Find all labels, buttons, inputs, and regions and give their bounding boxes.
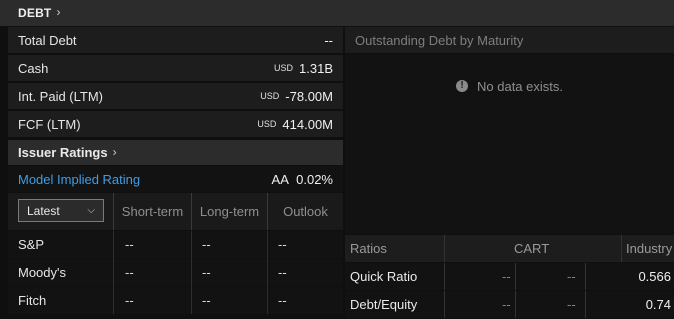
column-divider	[444, 291, 445, 318]
outlook-value: --	[278, 265, 287, 280]
period-dropdown[interactable]: Latest ⌵	[18, 199, 104, 222]
ratio-name: Quick Ratio	[350, 269, 418, 284]
rating-pct: 0.02%	[296, 171, 333, 187]
industry-value: 0.74	[645, 297, 671, 312]
short-term-value: --	[125, 293, 134, 308]
ratings-row-fitch: Fitch -- -- --	[8, 287, 343, 314]
metric-value-wrap: --	[318, 33, 333, 48]
agency-name: Fitch	[18, 293, 47, 308]
currency-code: USD	[257, 119, 277, 129]
column-divider	[267, 231, 268, 314]
empty-state: ! No data exists.	[345, 76, 674, 96]
empty-state-message: No data exists.	[477, 78, 563, 94]
agency-name: Moody's	[18, 265, 67, 280]
industry-value: 0.566	[638, 269, 671, 284]
column-divider	[191, 231, 192, 314]
metric-value: 414.00M	[282, 116, 333, 132]
model-implied-rating-link[interactable]: Model Implied Rating	[18, 172, 140, 187]
period-dropdown-value: Latest	[27, 203, 60, 218]
metric-row-total-debt: Total Debt --	[8, 27, 343, 53]
ratio-name: Debt/Equity	[350, 297, 418, 312]
metric-value-wrap: USD 414.00M	[257, 117, 333, 132]
chevron-right-icon: ›	[56, 5, 61, 19]
ratios-col-label: Ratios	[350, 241, 387, 256]
model-implied-rating-row: Model Implied Rating AA 0.02%	[8, 166, 343, 192]
ratings-row-moodys: Moody's -- -- --	[8, 259, 343, 286]
currency-code: USD	[260, 91, 280, 101]
agency-name: S&P	[18, 237, 45, 252]
column-divider	[621, 235, 622, 262]
debt-section-header[interactable]: DEBT ›	[0, 0, 674, 26]
metric-row-fcf: FCF (LTM) USD 414.00M	[8, 111, 343, 137]
metric-label: FCF (LTM)	[18, 116, 81, 132]
column-divider	[585, 291, 586, 318]
metric-value: --	[324, 32, 333, 48]
company-value: --	[567, 269, 576, 284]
metric-label: Cash	[18, 60, 49, 76]
column-divider	[515, 291, 516, 318]
long-term-value: --	[202, 237, 211, 252]
outstanding-debt-header: Outstanding Debt by Maturity	[345, 27, 674, 53]
column-divider	[515, 263, 516, 290]
company-value: --	[502, 269, 511, 284]
ratings-row-sp: S&P -- -- --	[8, 231, 343, 258]
metric-row-int-paid: Int. Paid (LTM) USD -78.00M	[8, 83, 343, 109]
ratios-table-header: Ratios CART Industry	[345, 235, 674, 262]
metric-label: Total Debt	[18, 32, 77, 48]
metric-value-wrap: USD 1.31B	[274, 61, 333, 76]
col-long-term: Long-term	[191, 193, 267, 230]
issuer-ratings-title: Issuer Ratings	[18, 145, 108, 160]
column-divider	[113, 231, 114, 314]
debt-title: DEBT	[18, 6, 52, 20]
column-divider	[585, 263, 586, 290]
column-divider	[444, 235, 445, 262]
chevron-down-icon: ⌵	[87, 205, 95, 216]
ratios-col-company: CART	[514, 241, 550, 256]
outlook-value: --	[278, 237, 287, 252]
col-short-term: Short-term	[113, 193, 191, 230]
short-term-value: --	[125, 237, 134, 252]
ratio-row-quick-ratio: Quick Ratio -- -- 0.566	[345, 263, 674, 290]
long-term-value: --	[202, 293, 211, 308]
metric-row-cash: Cash USD 1.31B	[8, 55, 343, 81]
col-outlook: Outlook	[267, 193, 343, 230]
short-term-value: --	[125, 265, 134, 280]
chevron-right-icon: ›	[112, 144, 117, 159]
company-value: --	[502, 297, 511, 312]
metric-value: 1.31B	[299, 60, 333, 76]
outlook-value: --	[278, 293, 287, 308]
ratios-col-industry: Industry	[626, 241, 673, 256]
metric-value: -78.00M	[285, 88, 333, 104]
info-icon: !	[456, 80, 468, 92]
issuer-ratings-header[interactable]: Issuer Ratings ›	[8, 140, 343, 165]
column-divider	[444, 263, 445, 290]
ratio-row-debt-equity: Debt/Equity -- -- 0.74	[345, 291, 674, 318]
long-term-value: --	[202, 265, 211, 280]
currency-code: USD	[274, 63, 294, 73]
company-value: --	[567, 297, 576, 312]
rating-grade: AA	[271, 171, 289, 187]
metric-label: Int. Paid (LTM)	[18, 88, 104, 104]
model-implied-rating-value: AA 0.02%	[272, 172, 333, 187]
metric-value-wrap: USD -78.00M	[260, 89, 333, 104]
